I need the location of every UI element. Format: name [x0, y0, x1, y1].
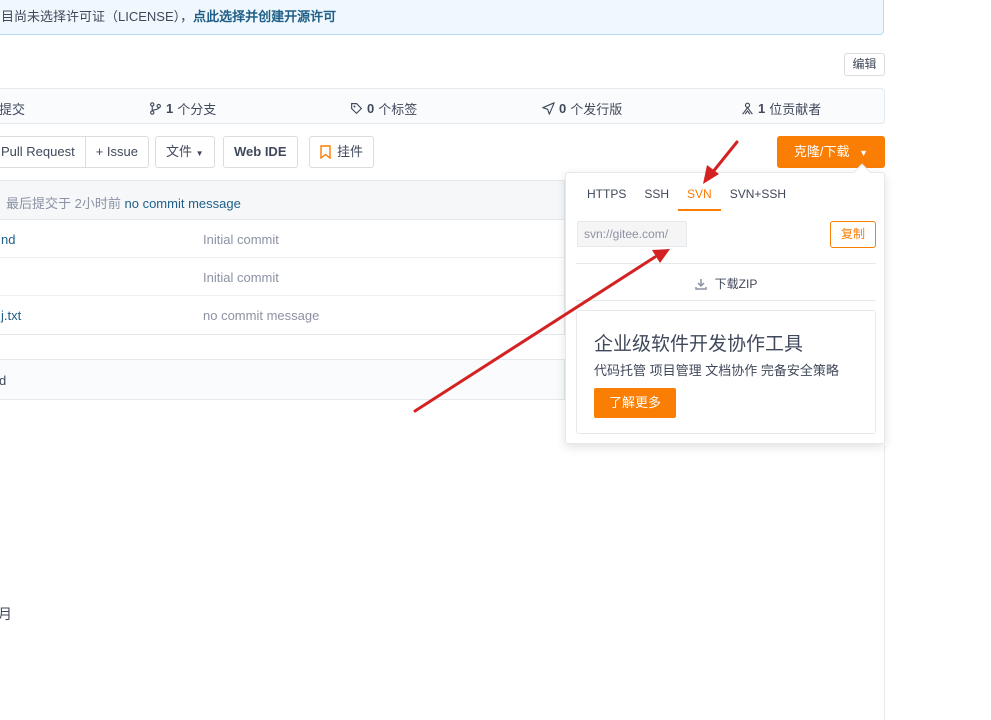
file-name-link[interactable]: nd	[1, 232, 15, 247]
license-banner-text: 目尚未选择许可证（LICENSE），点此选择并创建开源许可	[1, 6, 336, 25]
contributors-count: 1	[758, 101, 766, 116]
license-banner: 目尚未选择许可证（LICENSE），点此选择并创建开源许可	[0, 0, 884, 35]
tab-svn-ssh[interactable]: SVN+SSH	[721, 187, 795, 211]
copy-url-button[interactable]: 复制	[830, 221, 876, 248]
divider	[576, 300, 876, 301]
pendant-button[interactable]: 挂件	[309, 136, 375, 168]
branches-stat[interactable]: 1 个分支	[149, 99, 216, 118]
commit-message[interactable]: Initial commit	[203, 270, 279, 285]
commits-label: 提交	[0, 102, 26, 117]
branches-count: 1	[166, 101, 174, 116]
content-border	[884, 445, 885, 720]
new-issue-button[interactable]: + Issue	[84, 137, 148, 167]
web-ide-button[interactable]: Web IDE	[223, 136, 298, 168]
edit-button[interactable]: 编辑	[844, 53, 885, 76]
license-warning-text: 目尚未选择许可证（LICENSE），	[1, 9, 194, 24]
divider	[576, 263, 876, 264]
caret-down-icon: ▼	[195, 149, 204, 158]
file-list-table: 最后提交于 2小时前 no commit message nd Initial …	[0, 180, 565, 335]
commit-message[interactable]: Initial commit	[203, 232, 279, 247]
readme-text-fragment: 月	[0, 606, 12, 622]
tags-label: 个标签	[378, 102, 418, 117]
branches-label: 个分支	[177, 102, 217, 117]
commits-stat[interactable]: 提交	[0, 99, 25, 118]
last-commit-label: 最后提交于	[6, 196, 72, 211]
download-icon	[694, 278, 707, 290]
pendant-label: 挂件	[337, 144, 364, 159]
table-row: Initial commit	[0, 258, 564, 296]
file-dropdown-button[interactable]: 文件 ▼	[155, 136, 215, 168]
promo-title: 企业级软件开发协作工具	[594, 334, 804, 355]
table-row: nd Initial commit	[0, 220, 564, 258]
pull-request-button[interactable]: Pull Request	[0, 137, 85, 167]
contributors-stat[interactable]: 1 位贡献者	[741, 99, 821, 118]
send-icon	[542, 102, 555, 115]
releases-stat[interactable]: 0 个发行版	[542, 99, 622, 118]
download-zip-link[interactable]: 下载ZIP	[566, 275, 886, 292]
last-commit-time: 2小时前	[74, 196, 121, 211]
commit-message[interactable]: no commit message	[203, 308, 319, 323]
last-commit-message[interactable]: no commit message	[125, 196, 241, 211]
caret-down-icon: ▼	[859, 148, 869, 158]
clone-download-button[interactable]: 克隆/下载 ▼	[777, 136, 885, 168]
clone-url-input[interactable]: svn://gitee.com/	[577, 221, 687, 247]
clone-download-label: 克隆/下载	[793, 144, 850, 159]
pr-issue-group: Pull Request + Issue	[0, 136, 149, 168]
contributors-label: 位贡献者	[769, 102, 822, 117]
last-commit-header: 最后提交于 2小时前 no commit message	[0, 181, 564, 220]
tags-count: 0	[367, 101, 375, 116]
branch-icon	[150, 102, 161, 115]
tab-svn[interactable]: SVN	[678, 187, 721, 211]
tags-stat[interactable]: 0 个标签	[350, 99, 417, 118]
file-button-label: 文件	[166, 144, 193, 159]
promo-card: 企业级软件开发协作工具 代码托管 项目管理 文档协作 完备安全策略 了解更多	[576, 310, 876, 434]
readme-title: d	[0, 373, 7, 388]
create-license-link[interactable]: 点此选择并创建开源许可	[193, 9, 336, 24]
download-zip-label: 下载ZIP	[714, 277, 758, 291]
releases-label: 个发行版	[570, 102, 623, 117]
tab-ssh[interactable]: SSH	[635, 187, 678, 211]
protocol-tabs: HTTPS SSH SVN SVN+SSH	[578, 187, 795, 211]
tab-https[interactable]: HTTPS	[578, 187, 635, 211]
table-row: j.txt no commit message	[0, 296, 564, 334]
releases-count: 0	[559, 101, 567, 116]
file-name-link[interactable]: j.txt	[1, 308, 21, 323]
readme-header: d	[0, 359, 565, 400]
clone-download-popover: HTTPS SSH SVN SVN+SSH svn://gitee.com/ 复…	[565, 163, 886, 444]
tag-icon	[351, 103, 363, 115]
contributors-icon	[742, 102, 753, 115]
bookmark-icon	[320, 145, 331, 159]
repo-stats-bar: 提交 1 个分支 0 个标签 0 个发行版 1 位贡献者	[0, 88, 885, 124]
learn-more-button[interactable]: 了解更多	[594, 388, 676, 418]
promo-subtitle: 代码托管 项目管理 文档协作 完备安全策略	[594, 363, 839, 378]
